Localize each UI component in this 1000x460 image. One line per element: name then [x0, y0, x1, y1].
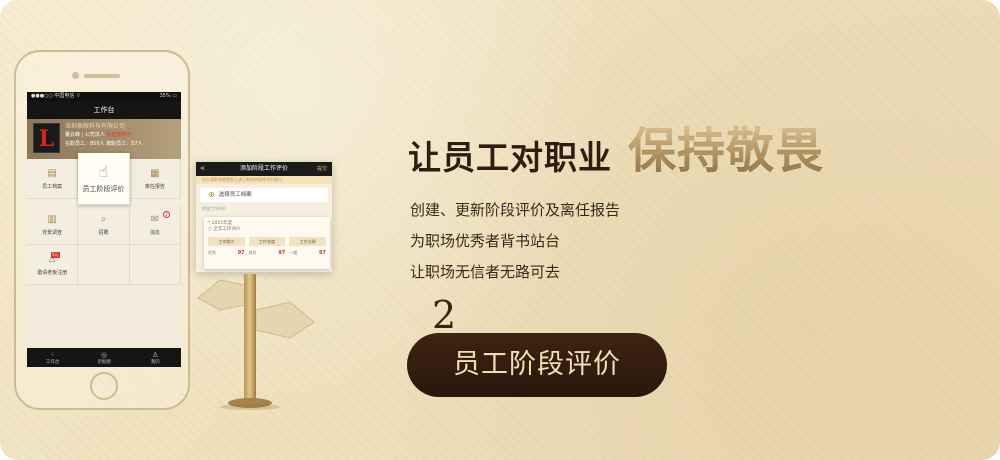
grid-item-label: 招聘	[98, 229, 109, 236]
performance-button[interactable]: 工作业绩	[289, 237, 327, 246]
grid-item-recruit[interactable]: ⌕ 招聘	[78, 205, 130, 245]
score-item: 一般 97	[289, 250, 326, 256]
evaluation-sub: ○ 全年工作评价	[208, 227, 241, 232]
folder-icon: ▤	[47, 167, 57, 179]
arrow-left-sign	[197, 279, 251, 311]
grid-item-label: 背景调查	[42, 229, 63, 236]
headline: 让员工对职业 保持敬畏	[408, 123, 824, 179]
grid-item-background-check[interactable]: ▥ 背景调查	[27, 205, 79, 245]
select-employee-label: 选择员工档案	[218, 192, 252, 198]
feature-pill-button[interactable]: 员工阶段评价	[407, 333, 667, 397]
step-number: 2	[432, 293, 457, 337]
company-owner-row: 董云峰 | 公司法人 认证审核中	[65, 131, 177, 140]
ability-button[interactable]: 工作能力	[208, 237, 245, 246]
attitude-button[interactable]: 工作态度	[248, 237, 286, 246]
score-label: 一般	[289, 250, 298, 255]
company-stats: 在职员工：850人 离职员工：57人	[65, 141, 143, 147]
thumbs-up-icon: ☝	[98, 162, 109, 181]
headline-part1: 让员工对职业	[408, 138, 612, 177]
document-icon: ▥	[47, 213, 57, 225]
evaluation-popup: < 添加阶段工作评价 提交 员工离职将收到您上述已有的阶段性评价提示 ⊕ 选择员…	[196, 162, 332, 272]
phone-camera	[72, 72, 79, 79]
score-value: 97	[278, 250, 286, 256]
popup-header: < 添加阶段工作评价 提交	[196, 162, 332, 176]
popup-tip: 员工离职将收到您上述已有的阶段性评价提示	[196, 176, 332, 184]
feature-lines: 创建、更新阶段评价及离任报告 为职场优秀者背书站台 让职场无信者无路可去	[410, 195, 620, 288]
company-name: 深圳泉眼科技有限公司	[65, 123, 126, 130]
grid-item-messages[interactable]: 2 ✉ 消息	[129, 205, 181, 245]
score-value: 97	[237, 250, 245, 256]
home-button	[90, 372, 118, 400]
feature-line: 创建、更新阶段评价及离任报告	[410, 201, 621, 219]
message-badge: 2	[162, 211, 170, 218]
plus-icon: ⊕	[208, 190, 215, 199]
company-owner: 董云峰 | 公司法人	[65, 132, 105, 138]
select-employee-button[interactable]: ⊕ 选择员工档案	[200, 188, 328, 202]
banner: ●●●○○ 中国电信 ⌔ 35% ▭ 工作台 L 深圳泉眼科技有限公司 董云峰 …	[0, 0, 1000, 460]
invite-tag: 5元	[51, 252, 60, 258]
grid-item-departure-report[interactable]: ▦ 离任报告	[129, 159, 181, 199]
status-battery: 35% ▭	[159, 93, 177, 99]
tab-label: 老板圈	[97, 359, 111, 365]
grid-item-stage-evaluation[interactable]: ☝ 员工阶段评价	[78, 153, 130, 205]
grid-empty	[78, 245, 130, 285]
company-logo: L	[33, 123, 60, 153]
tab-bar: ⁘ 工作台 ◎ 老板圈 ♙ 我的	[27, 348, 181, 367]
status-carrier: ●●●○○ 中国电信 ⌔	[31, 93, 81, 99]
phone-mockup: ●●●○○ 中国电信 ⌔ 35% ▭ 工作台 L 深圳泉眼科技有限公司 董云峰 …	[14, 50, 190, 410]
score-label: 优秀	[208, 250, 216, 255]
grid-icon: ⁘	[49, 350, 56, 359]
grid-item-label: 邀请老板注册	[37, 269, 68, 276]
feature-line: 让职场无信者无路可去	[410, 263, 561, 281]
score-label: 良好	[248, 250, 257, 255]
cert-status: 认证审核中	[106, 132, 132, 138]
grid-item-label: 离任报告	[144, 183, 165, 190]
tab-workbench[interactable]: ⁘ 工作台	[27, 348, 78, 367]
grid-item-invite-boss[interactable]: 5元 ♙ 邀请老板注册	[27, 245, 79, 285]
arrow-right-sign	[255, 301, 315, 339]
tab-label: 工作台	[45, 359, 60, 365]
back-button[interactable]: <	[200, 162, 205, 176]
grid-item-employee-files[interactable]: ▤ 员工档案	[27, 159, 79, 199]
submit-button[interactable]: 提交	[317, 162, 327, 176]
status-bar: ●●●○○ 中国电信 ⌔ 35% ▭	[27, 92, 181, 101]
mail-icon: ✉	[150, 213, 160, 225]
tab-mine[interactable]: ♙ 我的	[130, 348, 181, 367]
feature-line: 为职场优秀者背书站台	[410, 232, 561, 250]
score-item: 优秀 97	[208, 250, 245, 256]
function-grid: ▤ 员工档案 ☝ 员工阶段评价 ▦ 离任报告 ▥ 背景调查 ⌕ 招聘 2 ✉ 消…	[27, 153, 181, 285]
grid-item-label: 消息	[149, 229, 160, 236]
report-icon: ▦	[150, 167, 160, 179]
phone-screen: ●●●○○ 中国电信 ⌔ 35% ▭ 工作台 L 深圳泉眼科技有限公司 董云峰 …	[27, 92, 181, 367]
signpost-illustration	[197, 274, 315, 410]
person-icon: ♙	[152, 350, 159, 359]
app-title: 工作台	[27, 101, 181, 119]
circle-icon: ◎	[100, 350, 108, 359]
search-icon: ⌕	[100, 213, 107, 225]
popup-title: 添加阶段工作评价	[239, 165, 288, 172]
evaluation-buttons: 工作能力 工作态度 工作业绩	[208, 237, 327, 246]
score-item: 良好 97	[249, 250, 286, 256]
grid-item-label: 员工阶段评价	[82, 185, 125, 193]
grid-empty	[129, 245, 181, 285]
score-value: 97	[319, 250, 327, 256]
grid-item-label: 员工档案	[42, 183, 63, 190]
score-row: 优秀 97 良好 97 一般 97	[208, 250, 326, 256]
headline-part2: 保持敬畏	[628, 123, 825, 179]
phone-speaker	[84, 74, 120, 78]
tab-boss-circle[interactable]: ◎ 老板圈	[78, 348, 129, 367]
section-label: 阶段工作评价	[202, 206, 226, 211]
post-pole	[244, 274, 256, 402]
tab-label: 我的	[150, 359, 160, 365]
